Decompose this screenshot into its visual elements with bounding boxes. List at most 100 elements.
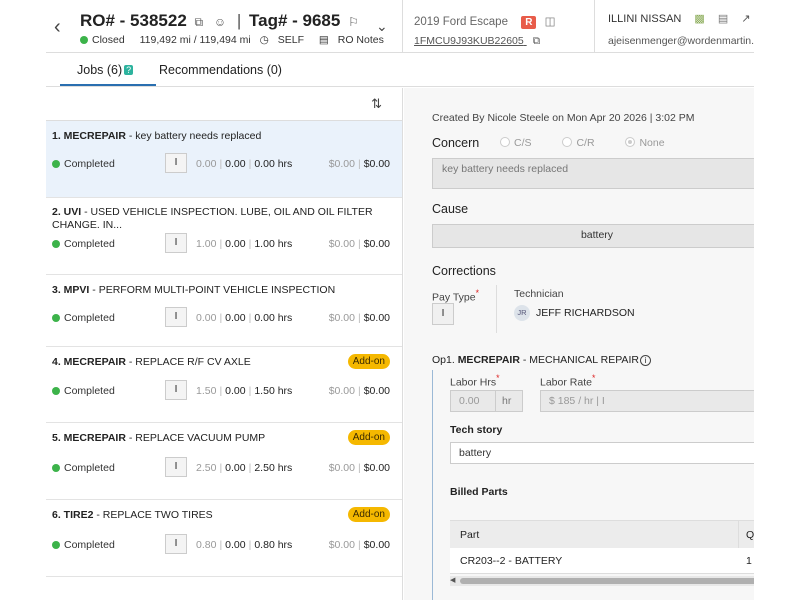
copy-icon[interactable]: ⧉ [195, 15, 204, 29]
job-hours: 1.00 | 0.00 | 1.00 hrs [196, 238, 293, 250]
job-pay-type[interactable]: I [165, 233, 187, 253]
labor-hrs-input[interactable]: 0.00 [450, 390, 496, 412]
job-hours: 0.00 | 0.00 | 0.00 hrs [196, 312, 293, 324]
ro-mileage: 119,492 mi / 119,494 mi [139, 34, 251, 46]
list-item[interactable]: 5. MECREPAIR - REPLACE VACUUM PUMP Add-on… [46, 423, 402, 500]
labor-hrs-label: Labor Hrs* [450, 373, 500, 389]
tab-jobs[interactable]: Jobs (6)? [77, 63, 134, 77]
job-actual-hours: 0.00 [225, 238, 246, 250]
job-status: Completed [52, 385, 115, 397]
table-row[interactable]: CR203--2 - BATTERY 1 [450, 548, 754, 574]
labor-rate-select[interactable]: $ 185 / hr | I [540, 390, 754, 412]
dealer-name: ILLINI NISSAN [608, 13, 682, 25]
list-item[interactable]: 2. UVI - USED VEHICLE INSPECTION. LUBE, … [46, 198, 402, 275]
radio-cs[interactable]: C/S [500, 137, 546, 149]
job-hours: 0.00 | 0.00 | 0.00 hrs [196, 158, 293, 170]
job-pay-type[interactable]: I [165, 534, 187, 554]
ro-notes-link[interactable]: ▤ RO Notes [319, 34, 390, 46]
job-amounts: $0.00 | $0.00 [328, 238, 390, 250]
job-total-hours: 0.80 hrs [254, 539, 293, 551]
operation-left-border [432, 370, 433, 600]
col-qty[interactable]: Q [746, 529, 754, 541]
op-code: MECREPAIR [457, 354, 520, 366]
created-by-line: Created By Nicole Steele on Mon Apr 20 2… [432, 112, 695, 124]
job-cost: $0.00 [328, 385, 355, 397]
job-sold-hours: 0.00 [196, 312, 217, 324]
job-price: $0.00 [363, 462, 390, 474]
radio-none-label: None [639, 137, 665, 149]
billed-parts-label: Billed Parts [450, 486, 508, 498]
list-item[interactable]: 4. MECREPAIR - REPLACE R/F CV AXLE Add-on… [46, 347, 402, 423]
vehicle-info: 2019 Ford Escape R ◫ [414, 14, 556, 29]
tab-jobs-label: Jobs (6) [77, 63, 123, 77]
job-status: Completed [52, 462, 115, 474]
required-marker: * [496, 373, 500, 383]
job-status: Completed [52, 238, 115, 250]
sort-icon[interactable]: ⇅ [371, 96, 382, 112]
operation-title: Op1. MECREPAIR - MECHANICAL REPAIR i [432, 354, 651, 366]
job-desc: - PERFORM MULTI-POINT VEHICLE INSPECTION [89, 284, 336, 296]
active-tab-indicator [60, 84, 156, 86]
job-detail-panel: Created By Nicole Steele on Mon Apr 20 2… [404, 88, 754, 600]
job-status-label: Completed [64, 312, 115, 324]
job-total-hours: 1.00 hrs [254, 238, 293, 250]
vehicle-badge: R [521, 16, 537, 29]
job-pay-type[interactable]: I [165, 380, 187, 400]
job-pay-type[interactable]: I [165, 153, 187, 173]
jobs-list-panel: ⇅ 1. MECREPAIR - key battery needs repla… [46, 88, 403, 600]
scrollbar-thumb[interactable] [460, 578, 754, 584]
list-item[interactable]: 1. MECREPAIR - key battery needs replace… [46, 121, 402, 198]
job-total-hours: 0.00 hrs [254, 158, 293, 170]
status-dot-icon [52, 387, 60, 396]
chat-icon[interactable]: ☺ [214, 15, 226, 29]
chevron-down-icon[interactable]: ⌄ [376, 18, 388, 35]
col-part[interactable]: Part [460, 529, 479, 541]
part-name: CR203--2 - BATTERY [460, 555, 563, 567]
tech-story-input[interactable]: battery [450, 442, 754, 464]
vehicle-history-icon[interactable]: ◫ [545, 16, 556, 28]
status-dot-icon [80, 36, 88, 45]
concern-textarea[interactable]: key battery needs replaced [432, 158, 754, 189]
job-pay-type[interactable]: I [165, 307, 187, 327]
technician-name: JEFF RICHARDSON [536, 306, 635, 319]
tab-recommendations[interactable]: Recommendations (0) [159, 63, 282, 77]
jobs-list: 1. MECREPAIR - key battery needs replace… [46, 121, 402, 577]
radio-cs-label: C/S [514, 137, 532, 149]
job-actual-hours: 0.00 [225, 312, 246, 324]
scroll-left-arrow-icon[interactable]: ◀ [450, 576, 455, 586]
excel-icon[interactable]: ▩ [694, 12, 704, 25]
external-link-icon[interactable]: ↗ [741, 12, 750, 25]
job-pay-type[interactable]: I [165, 457, 187, 477]
info-document-icon[interactable]: ▤ [718, 12, 728, 25]
job-amounts: $0.00 | $0.00 [328, 462, 390, 474]
notes-icon: ▤ [318, 34, 329, 46]
list-item[interactable]: 3. MPVI - PERFORM MULTI-POINT VEHICLE IN… [46, 275, 402, 347]
vin-link[interactable]: 1FMCU9J93KUB22605 ⧉ [414, 35, 540, 48]
status-dot-icon [52, 240, 60, 249]
job-desc: - USED VEHICLE INSPECTION. LUBE, OIL AND… [52, 206, 373, 231]
concern-title: Concern [432, 136, 480, 150]
radio-cr[interactable]: C/R [562, 137, 608, 149]
tech-story-label: Tech story [450, 424, 503, 436]
technician-value[interactable]: JR JEFF RICHARDSON [514, 305, 635, 321]
radio-cr-label: C/R [576, 137, 595, 149]
job-price: $0.00 [363, 312, 390, 324]
pay-type-select[interactable]: I [432, 303, 454, 325]
vin-number: 1FMCU9J93KUB22605 [414, 35, 524, 47]
ro-title: RO# - 538522 ⧉ ☺ | Tag# - 9685 ⚐ [80, 11, 362, 31]
column-divider [738, 521, 739, 549]
info-icon[interactable]: i [639, 355, 651, 366]
pay-type-label: Pay Type* [432, 288, 479, 304]
radio-none[interactable]: None [625, 137, 678, 149]
back-arrow-icon[interactable]: ‹ [54, 16, 61, 39]
list-item[interactable]: 6. TIRE2 - REPLACE TWO TIRES Add-on Comple… [46, 500, 402, 577]
title-separator: | [236, 11, 242, 30]
parts-table-header: Part Q [450, 520, 754, 549]
cause-field[interactable]: battery [432, 224, 754, 248]
vin-copy-icon[interactable]: ⧉ [533, 35, 541, 48]
sort-bar: ⇅ [46, 88, 402, 121]
horizontal-scrollbar[interactable]: ◀ [450, 576, 754, 586]
corrections-divider [496, 285, 497, 333]
vehicle-name: 2019 Ford Escape [414, 16, 508, 28]
flag-icon[interactable]: ⚐ [348, 15, 359, 29]
